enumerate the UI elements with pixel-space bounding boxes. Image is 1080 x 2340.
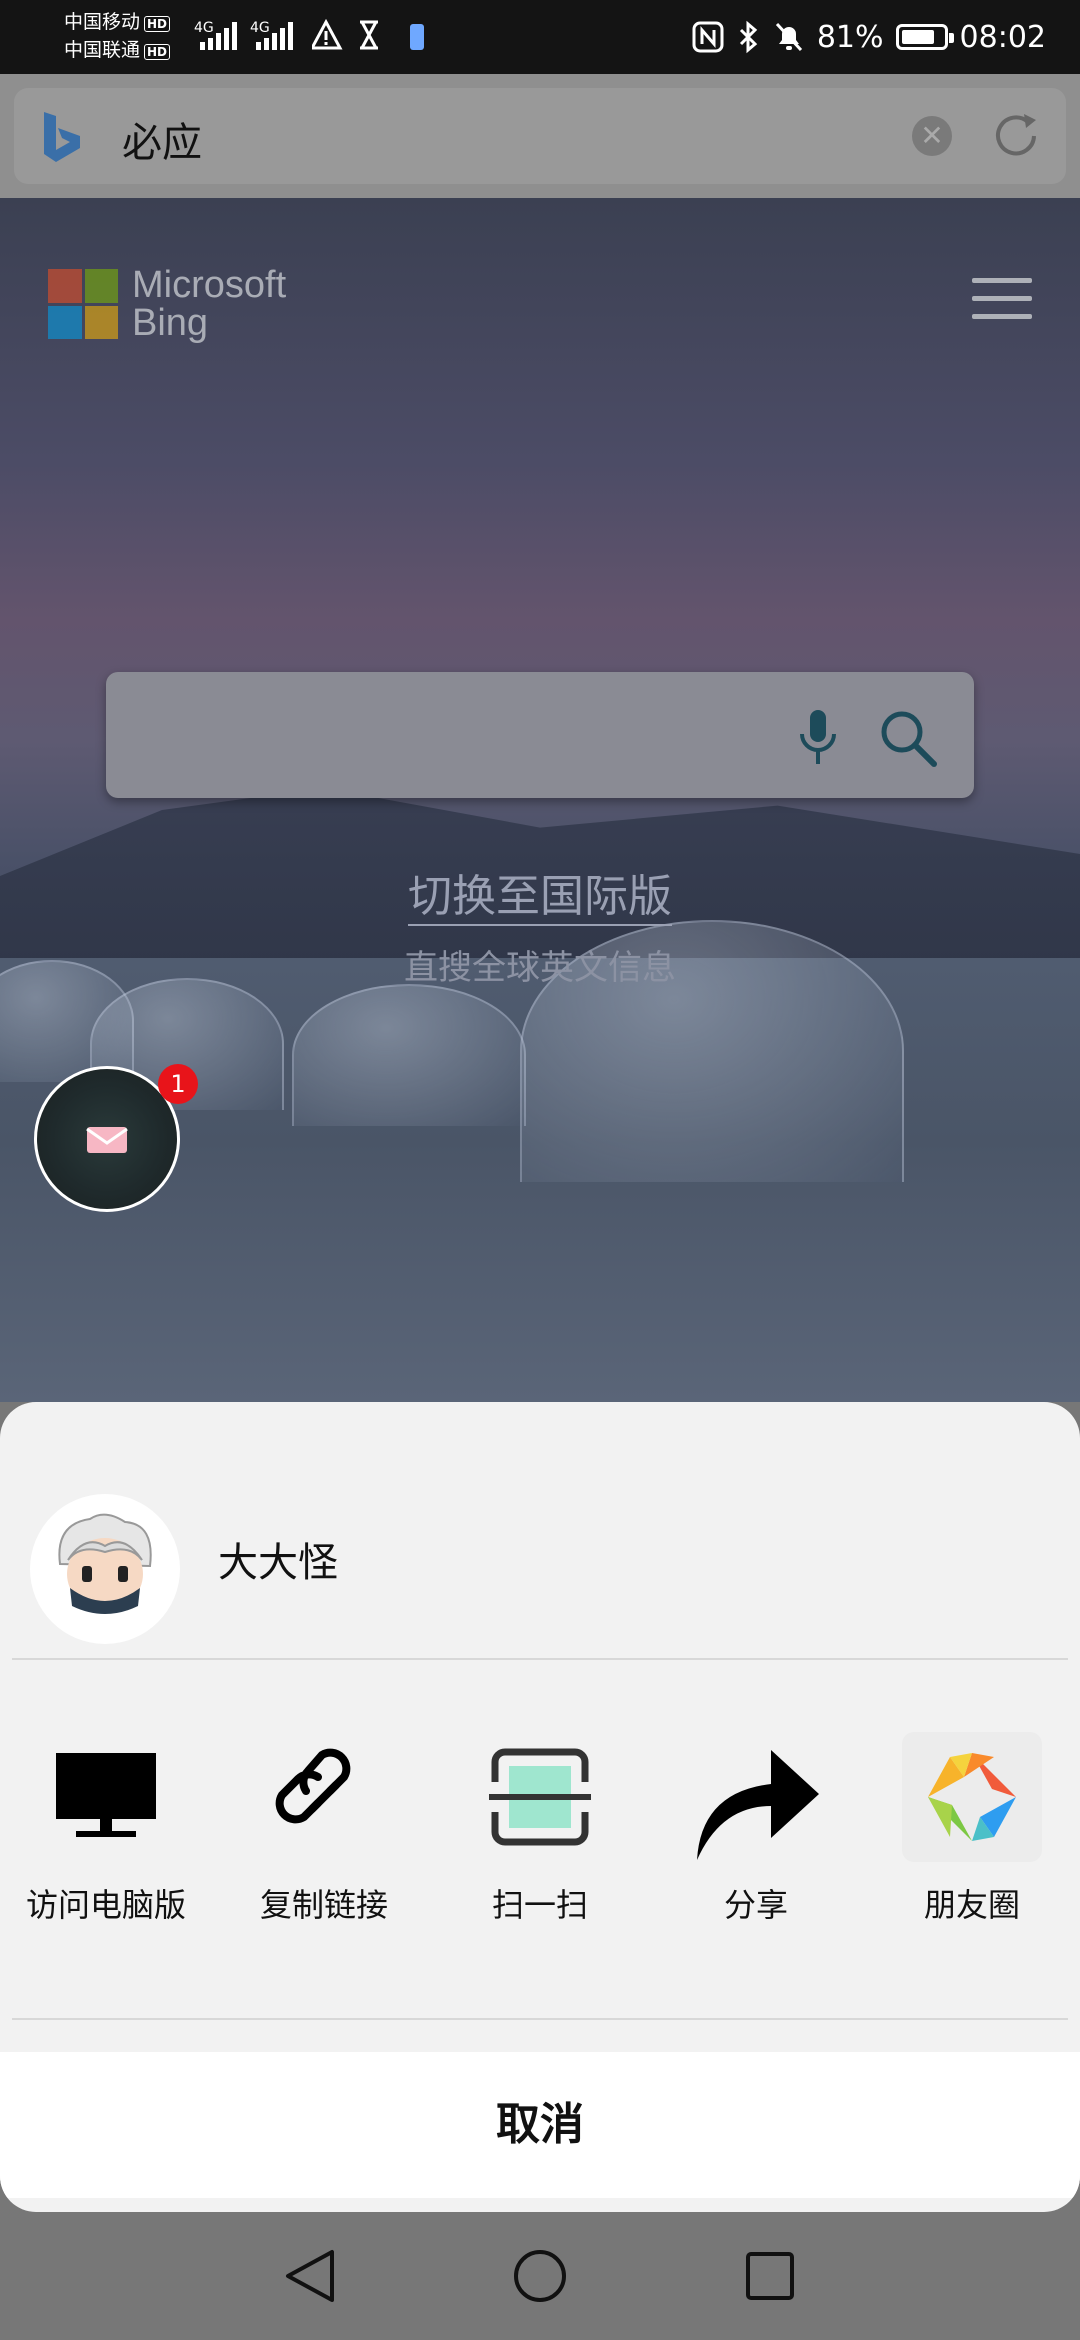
action-scan[interactable]: 扫一扫 <box>450 1732 630 1926</box>
reload-icon[interactable] <box>988 108 1044 164</box>
hourglass-icon <box>360 20 378 50</box>
clock: 08:02 <box>959 19 1046 55</box>
action-label: 朋友圈 <box>923 1886 1020 1924</box>
action-label: 分享 <box>723 1886 788 1924</box>
bing-homepage: Microsoft Bing 切换至国际版 直搜全球英文信息 1 <box>0 198 1080 1402</box>
hd-badge-2: HD <box>144 44 171 60</box>
monitor-icon <box>56 1753 156 1837</box>
avatar[interactable] <box>30 1494 180 1644</box>
action-share[interactable]: 分享 <box>666 1732 846 1926</box>
carrier-1: 中国移动 <box>64 11 141 33</box>
bing-search-box[interactable] <box>106 672 974 798</box>
moments-icon <box>928 1753 1016 1841</box>
nfc-icon <box>692 21 724 53</box>
network-type-1: 4G <box>194 20 214 36</box>
background-dome <box>292 984 526 1126</box>
bluetooth-icon <box>739 20 758 54</box>
action-moments[interactable]: 朋友圈 <box>882 1732 1062 1926</box>
action-label: 复制链接 <box>259 1886 388 1924</box>
recents-square-icon[interactable] <box>744 2250 796 2302</box>
network-type-2: 4G <box>250 20 270 36</box>
username: 大大怪 <box>218 1540 338 1586</box>
microsoft-squares-icon <box>48 269 118 339</box>
action-desktop-version[interactable]: 访问电脑版 <box>16 1732 196 1926</box>
switch-international-link[interactable]: 切换至国际版 <box>0 860 1080 926</box>
clear-circle-icon[interactable]: ✕ <box>912 116 952 156</box>
microsoft-bing-logo[interactable]: Microsoft Bing <box>48 266 286 342</box>
action-copy-link[interactable]: 复制链接 <box>234 1732 414 1926</box>
bing-logo-icon <box>44 112 80 162</box>
cancel-button[interactable]: 取消 <box>0 2052 1080 2198</box>
scan-icon <box>489 1748 591 1846</box>
envelope-icon <box>86 1127 128 1153</box>
home-circle-icon[interactable] <box>512 2248 568 2304</box>
divider <box>12 1658 1068 1660</box>
navigation-bar <box>0 2212 1080 2340</box>
search-icon[interactable] <box>876 706 940 770</box>
notification-badge: 1 <box>158 1064 198 1104</box>
status-bar: 中国移动 HD 中国联通 HD 4G 4G 81% 08:02 <box>0 0 1080 74</box>
address-text: 必应 <box>122 120 202 166</box>
address-field[interactable]: 必应 ✕ <box>14 88 1066 184</box>
action-label: 访问电脑版 <box>25 1886 186 1924</box>
switch-international-subtitle: 直搜全球英文信息 <box>404 948 676 988</box>
divider <box>12 2018 1068 2020</box>
logo-line-1: Microsoft <box>132 264 287 306</box>
hamburger-icon[interactable] <box>972 278 1032 332</box>
address-bar: 必应 ✕ <box>0 74 1080 198</box>
battery-saver-icon <box>410 24 424 50</box>
battery-icon <box>895 24 954 50</box>
back-triangle-icon[interactable] <box>282 2246 338 2306</box>
carrier-info: 中国移动 HD 中国联通 HD <box>64 8 171 64</box>
carrier-2: 中国联通 <box>64 39 141 61</box>
status-extra-icons <box>312 18 424 50</box>
link-icon <box>275 1748 351 1824</box>
switch-international-text: 切换至国际版 <box>408 871 672 926</box>
action-label: 扫一扫 <box>491 1886 588 1924</box>
battery-percent: 81% <box>816 19 884 55</box>
microphone-icon[interactable] <box>796 706 840 770</box>
share-bottom-sheet: 大大怪 访问电脑版 复制链接 扫一扫 分享 朋友圈 取消 <box>0 1402 1080 2212</box>
hd-badge-1: HD <box>144 16 171 32</box>
signal-icons: 4G 4G <box>194 20 293 50</box>
status-right: 81% 08:02 <box>691 14 1046 60</box>
logo-line-2: Bing <box>132 302 209 344</box>
mute-bell-icon <box>775 22 802 52</box>
share-arrow-icon <box>697 1750 819 1860</box>
cartoon-avatar-icon <box>58 1513 152 1614</box>
